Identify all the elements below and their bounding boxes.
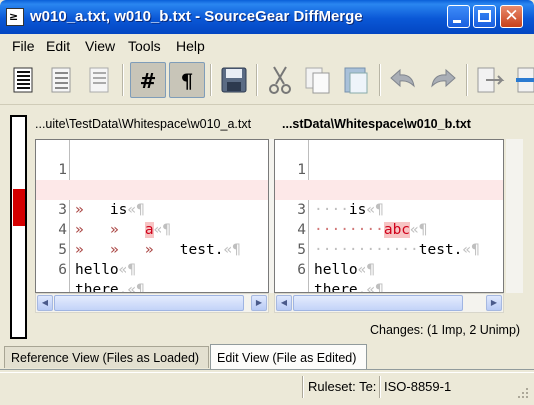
maximize-button[interactable] — [473, 5, 496, 28]
right-file-path: ...stData\Whitespace\w010_b.txt — [282, 117, 471, 131]
resize-grip-icon[interactable] — [516, 386, 530, 400]
diff-row: 1 this«¶ — [36, 140, 268, 198]
scroll-right-icon[interactable]: ▶ — [486, 295, 502, 311]
menu-view[interactable]: View — [85, 38, 115, 54]
line-number: 6 — [58, 262, 67, 278]
redo-icon — [431, 68, 456, 88]
diff-row-changed: 3 » » a«¶ — [36, 180, 268, 238]
scrollbar-thumb[interactable] — [293, 295, 463, 311]
change-overview-strip[interactable] — [10, 115, 27, 339]
minimize-button[interactable] — [447, 5, 470, 28]
scroll-left-icon[interactable]: ◀ — [37, 295, 53, 311]
svg-text:#: # — [140, 69, 157, 93]
scroll-left-icon[interactable]: ◀ — [276, 295, 292, 311]
diff-row: 5 hello«¶ — [275, 220, 503, 278]
right-horizontal-scrollbar[interactable]: ◀ ▶ — [274, 293, 504, 313]
cut-icon — [269, 66, 291, 94]
diff-row: 2 » is«¶ — [36, 160, 268, 218]
scrollbar-thumb[interactable] — [54, 295, 244, 311]
show-line-numbers-icon: # — [140, 69, 157, 93]
diff-row: 5 hello«¶ — [36, 220, 268, 278]
status-separator — [379, 376, 381, 398]
diff-row: 6 there.«¶ — [36, 240, 268, 292]
line-number: 6 — [297, 262, 306, 278]
changes-summary: Changes: (1 Imp, 2 Unimp) — [370, 323, 521, 337]
save-button[interactable] — [216, 62, 252, 98]
show-whitespace-icon: ¶ — [181, 69, 194, 93]
undo-icon — [390, 68, 415, 88]
line-text: there.«¶ — [314, 282, 384, 293]
right-text-pane[interactable]: 1 this«¶ 2 ····is«¶ 3 ········abc«¶ 4 ··… — [274, 139, 504, 293]
right-vertical-scrollbar[interactable] — [506, 139, 523, 293]
show-line-numbers-button[interactable]: # — [130, 62, 166, 98]
view-list-icon — [13, 67, 33, 93]
toolbar-separator — [122, 64, 124, 96]
menu-file[interactable]: File — [12, 38, 35, 54]
app-icon[interactable]: ≥ — [6, 8, 24, 26]
view-list-button[interactable] — [6, 62, 42, 98]
left-text-pane[interactable]: 1 this«¶ 2 » is«¶ 3 » » a«¶ 4 » » » test… — [35, 139, 269, 293]
toolbar-separator — [256, 64, 258, 96]
show-whitespace-button[interactable]: ¶ — [169, 62, 205, 98]
diff-row: 1 this«¶ — [275, 140, 503, 198]
paste-button[interactable] — [338, 62, 374, 98]
undo-button[interactable] — [386, 62, 422, 98]
overview-change-marker[interactable] — [13, 189, 25, 226]
window-title: w010_a.txt, w010_b.txt - SourceGear Diff… — [30, 8, 363, 25]
maximize-icon — [478, 10, 491, 22]
menu-edit[interactable]: Edit — [46, 38, 70, 54]
menu-bar — [0, 34, 534, 58]
status-separator — [302, 376, 304, 398]
copy-button[interactable] — [300, 62, 336, 98]
view-list-faded-button[interactable] — [44, 62, 80, 98]
prev-change-icon — [516, 67, 534, 93]
diff-row-changed: 3 ········abc«¶ — [275, 180, 503, 238]
diff-row: 2 ····is«¶ — [275, 160, 503, 218]
menu-tools[interactable]: Tools — [128, 38, 161, 54]
view-list-faded2-icon — [89, 67, 109, 93]
diff-row: 6 there.«¶ — [275, 240, 503, 292]
diff-row: 4 » » » test.«¶ — [36, 200, 268, 258]
line-text: there.«¶ — [75, 282, 145, 293]
diff-row: 4 ············test.«¶ — [275, 200, 503, 258]
toolbar-separator — [466, 64, 468, 96]
tab-strip-border — [0, 369, 534, 370]
minimize-icon — [453, 20, 461, 23]
view-list-faded-icon — [51, 67, 71, 93]
toolbar-separator — [379, 64, 381, 96]
prev-change-button[interactable] — [512, 62, 534, 98]
next-change-button[interactable] — [472, 62, 508, 98]
close-icon: ✕ — [504, 6, 519, 26]
close-button[interactable]: ✕ — [500, 5, 523, 28]
save-icon — [221, 67, 247, 93]
view-list-faded2-button[interactable] — [82, 62, 118, 98]
redo-button[interactable] — [424, 62, 460, 98]
paste-icon — [344, 67, 368, 94]
tab-edit-view[interactable]: Edit View (File as Edited) — [210, 344, 367, 370]
next-change-icon — [477, 67, 505, 93]
left-file-path: ...uite\TestData\Whitespace\w010_a.txt — [35, 117, 252, 131]
copy-icon — [305, 67, 330, 94]
svg-text:¶: ¶ — [181, 69, 194, 93]
toolbar-separator — [210, 64, 212, 96]
cut-button[interactable] — [262, 62, 298, 98]
line-text: hello«¶ — [314, 262, 376, 278]
status-ruleset: Ruleset: Te: — [308, 379, 377, 394]
tab-reference-view[interactable]: Reference View (Files as Loaded) — [4, 346, 209, 368]
line-text: hello«¶ — [75, 262, 137, 278]
status-encoding: ISO-8859-1 — [384, 379, 452, 394]
scroll-right-icon[interactable]: ▶ — [251, 295, 267, 311]
menu-help[interactable]: Help — [176, 38, 205, 54]
left-horizontal-scrollbar[interactable]: ◀ ▶ — [35, 293, 269, 313]
